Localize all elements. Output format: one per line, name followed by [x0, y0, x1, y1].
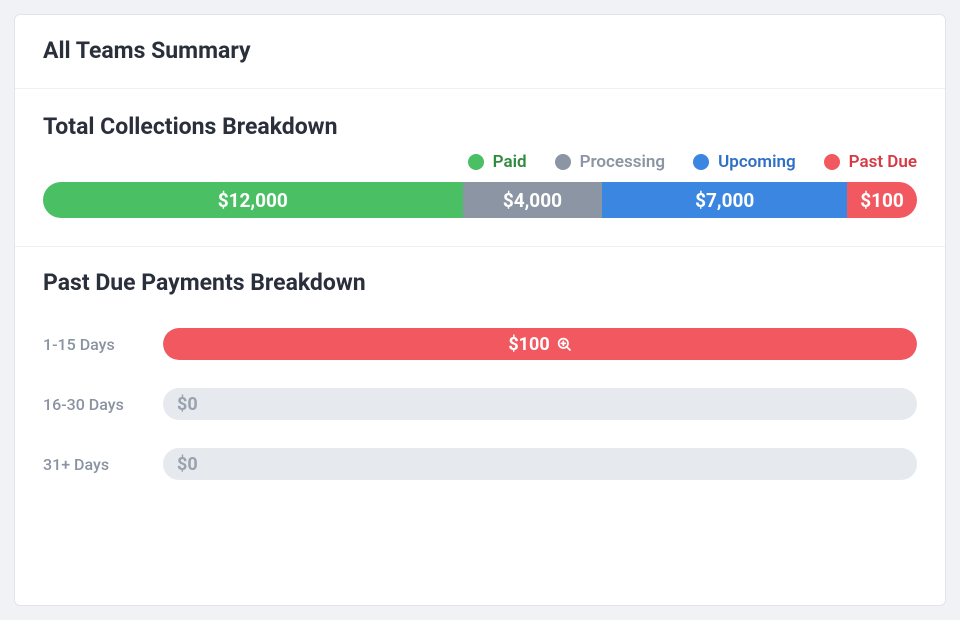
legend-label: Paid: [493, 152, 527, 172]
pastdue-row-label: 16-30 Days: [43, 395, 149, 414]
pastdue-bar[interactable]: $0 $0: [163, 448, 917, 480]
pastdue-row-label: 31+ Days: [43, 455, 149, 474]
legend-item-paid: Paid: [468, 152, 527, 172]
legend-dot-icon: [824, 154, 840, 170]
collections-stacked-bar: $12,000 $4,000 $7,000 $100: [43, 182, 917, 218]
pastdue-bar[interactable]: $100 $100: [163, 328, 917, 360]
collections-legend: Paid Processing Upcoming Past Due: [43, 152, 917, 172]
segment-value: $4,000: [503, 189, 562, 212]
zoom-in-icon: [556, 336, 572, 352]
segment-paid[interactable]: $12,000: [43, 182, 463, 218]
segment-value: $100: [860, 189, 904, 212]
pastdue-zero-label: $0: [177, 448, 198, 480]
collections-title: Total Collections Breakdown: [43, 113, 917, 140]
segment-upcoming[interactable]: $7,000: [602, 182, 847, 218]
segment-processing[interactable]: $4,000: [463, 182, 603, 218]
card-header: All Teams Summary: [15, 15, 945, 89]
collections-section: Total Collections Breakdown Paid Process…: [15, 89, 945, 246]
legend-item-processing: Processing: [555, 152, 666, 172]
pastdue-zero-label: $0: [177, 388, 198, 420]
legend-label: Processing: [580, 152, 666, 172]
legend-item-upcoming: Upcoming: [693, 152, 796, 172]
pastdue-section: Past Due Payments Breakdown 1-15 Days $1…: [15, 247, 945, 508]
legend-dot-icon: [693, 154, 709, 170]
segment-value: $7,000: [695, 189, 754, 212]
pastdue-rows: 1-15 Days $100 $100: [43, 328, 917, 480]
legend-dot-icon: [555, 154, 571, 170]
legend-label: Upcoming: [718, 152, 796, 172]
pastdue-row: 16-30 Days $0 $0: [43, 388, 917, 420]
segment-value: $12,000: [218, 189, 288, 212]
pastdue-title: Past Due Payments Breakdown: [43, 269, 917, 296]
pastdue-row-label: 1-15 Days: [43, 335, 149, 354]
segment-pastdue[interactable]: $100: [847, 182, 917, 218]
pastdue-row: 31+ Days $0 $0: [43, 448, 917, 480]
pastdue-row: 1-15 Days $100 $100: [43, 328, 917, 360]
summary-card: All Teams Summary Total Collections Brea…: [14, 14, 946, 606]
pastdue-bar[interactable]: $0 $0: [163, 388, 917, 420]
legend-item-pastdue: Past Due: [824, 152, 917, 172]
legend-dot-icon: [468, 154, 484, 170]
pastdue-bar-fill: $100: [163, 328, 917, 360]
legend-label: Past Due: [849, 152, 917, 172]
card-title: All Teams Summary: [43, 37, 917, 64]
pastdue-value: $100: [508, 334, 549, 355]
